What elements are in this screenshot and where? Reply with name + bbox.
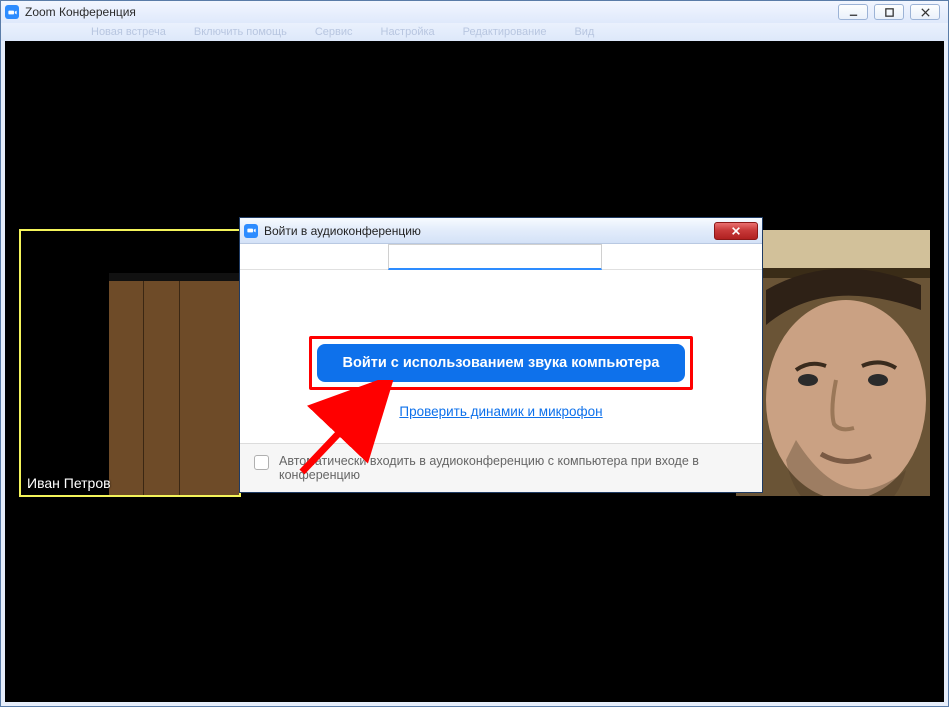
audio-join-dialog: Войти в аудиоконференцию Войти с использ… [239,217,763,493]
window-titlebar[interactable]: Zoom Конференция [1,1,948,23]
participant-face-placeholder [736,230,930,496]
menu-bar: Новая встреча Включить помощь Сервис Нас… [1,23,948,41]
window-title: Zoom Конференция [25,5,136,19]
zoom-camera-icon [5,5,19,19]
dialog-title: Войти в аудиоконференцию [264,224,421,238]
window-controls [838,4,944,20]
dialog-close-button[interactable] [714,222,758,240]
participant-video-tile[interactable] [736,230,930,496]
dialog-active-tab[interactable] [388,244,602,270]
menu-item[interactable]: Редактирование [463,26,547,38]
auto-join-label: Автоматически входить в аудиоконференцию… [279,454,748,482]
maximize-button[interactable] [874,4,904,20]
menu-item[interactable]: Настройка [381,26,435,38]
close-button[interactable] [910,4,940,20]
dialog-body: Войти с использованием звука компьютера … [240,270,762,443]
dialog-titlebar[interactable]: Войти в аудиоконференцию [240,218,762,244]
video-stage: Иван Петров Войт [5,41,944,702]
self-name-label: Иван Петров [23,473,115,493]
annotation-highlight: Войти с использованием звука компьютера [309,336,694,390]
menu-item[interactable]: Вид [574,26,594,38]
test-speaker-mic-link[interactable]: Проверить динамик и микрофон [260,404,742,419]
self-video-tile[interactable]: Иван Петров [19,229,241,497]
self-video-placeholder [109,273,241,497]
auto-join-checkbox[interactable] [254,455,269,470]
join-computer-audio-button[interactable]: Войти с использованием звука компьютера [317,344,686,382]
dialog-tabstrip [240,244,762,270]
dialog-footer: Автоматически входить в аудиоконференцию… [240,443,762,492]
menu-item[interactable]: Включить помощь [194,26,287,38]
main-window: Zoom Конференция Новая встреча Включить … [0,0,949,707]
menu-item[interactable]: Сервис [315,26,353,38]
minimize-button[interactable] [838,4,868,20]
zoom-camera-icon [244,224,258,238]
menu-item[interactable]: Новая встреча [91,26,166,38]
